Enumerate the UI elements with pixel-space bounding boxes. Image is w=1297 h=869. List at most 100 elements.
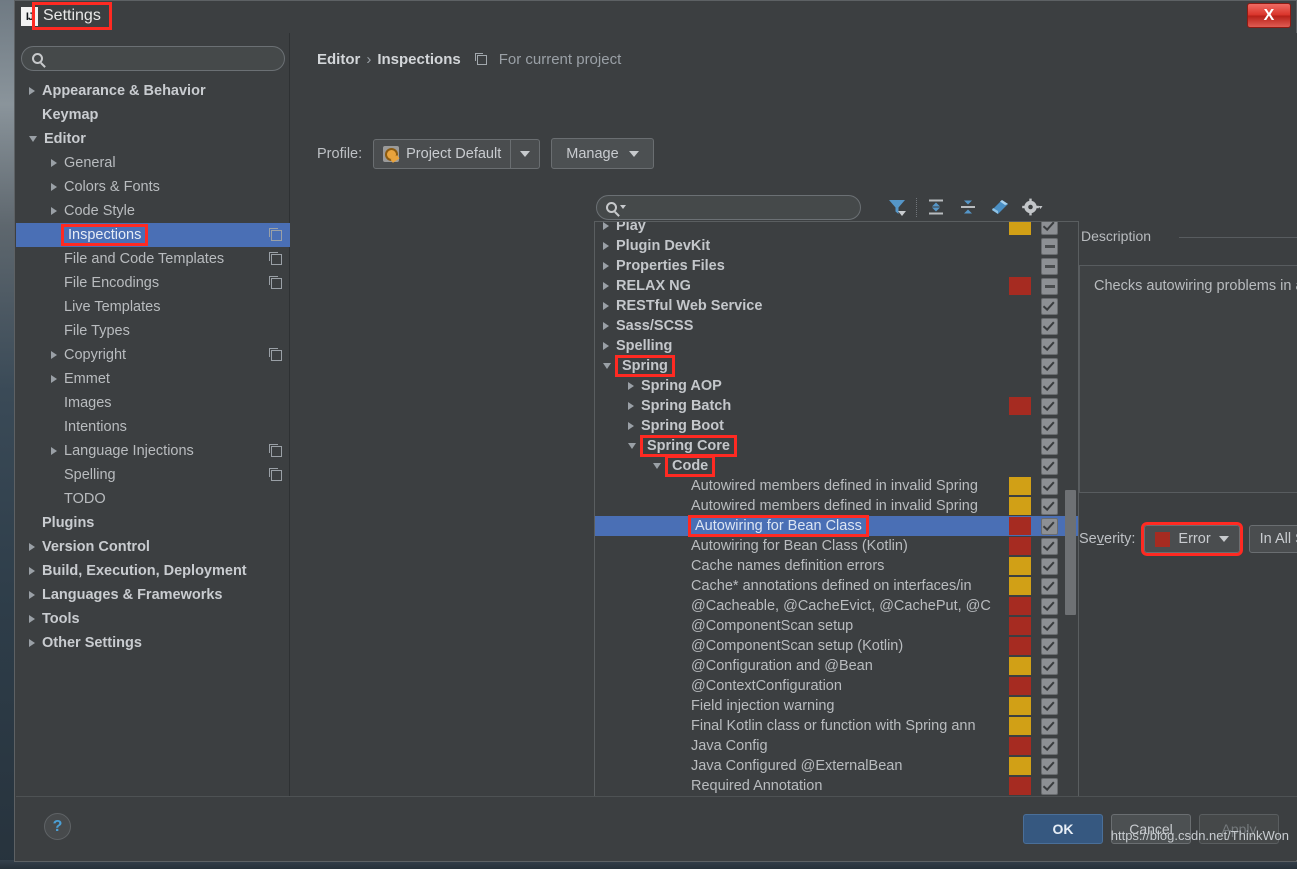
inspection-checkbox[interactable] (1041, 778, 1058, 795)
chevron-right-icon[interactable] (628, 422, 634, 430)
inspection-checkbox[interactable] (1041, 278, 1058, 295)
chevron-down-icon[interactable] (628, 443, 636, 449)
chevron-right-icon[interactable] (628, 382, 634, 390)
chevron-right-icon[interactable] (603, 222, 609, 230)
inspection-row[interactable]: Sass/SCSS (595, 316, 1078, 336)
sidebar-item-code-style[interactable]: Code Style (16, 199, 290, 223)
inspection-row[interactable]: RELAX NG (595, 276, 1078, 296)
inspection-checkbox[interactable] (1041, 538, 1058, 555)
severity-dropdown[interactable]: Error (1141, 522, 1243, 556)
sidebar-item-images[interactable]: Images (16, 391, 290, 415)
inspection-checkbox[interactable] (1041, 298, 1058, 315)
inspections-tree-panel[interactable]: Play Plugin DevKit Properties Files RELAX N… (594, 221, 1079, 810)
inspection-row[interactable]: Spring AOP (595, 376, 1078, 396)
chevron-right-icon[interactable] (51, 447, 57, 455)
inspection-row[interactable]: @ContextConfiguration (595, 676, 1078, 696)
sidebar-item-build-execution-deployment[interactable]: Build, Execution, Deployment (16, 559, 290, 583)
chevron-right-icon[interactable] (51, 183, 57, 191)
inspection-row[interactable]: Autowired members defined in invalid Spr… (595, 496, 1078, 516)
chevron-right-icon[interactable] (29, 615, 35, 623)
chevron-down-icon[interactable] (620, 205, 626, 209)
inspection-checkbox[interactable] (1041, 222, 1058, 235)
collapse-all-icon[interactable] (952, 193, 984, 221)
copy-settings-icon[interactable] (269, 347, 282, 361)
sidebar-item-file-and-code-templates[interactable]: File and Code Templates (16, 247, 290, 271)
inspection-row[interactable]: @Configuration and @Bean (595, 656, 1078, 676)
inspection-checkbox[interactable] (1041, 358, 1058, 375)
chevron-right-icon[interactable] (603, 282, 609, 290)
inspection-row[interactable]: Required Annotation (595, 776, 1078, 796)
inspection-checkbox[interactable] (1041, 498, 1058, 515)
inspection-row[interactable]: Properties Files (595, 256, 1078, 276)
sidebar-item-copyright[interactable]: Copyright (16, 343, 290, 367)
chevron-right-icon[interactable] (603, 262, 609, 270)
sidebar-item-live-templates[interactable]: Live Templates (16, 295, 290, 319)
reset-icon[interactable] (984, 193, 1016, 221)
ok-button[interactable]: OK (1023, 814, 1103, 844)
inspection-row[interactable]: @Cacheable, @CacheEvict, @CachePut, @C (595, 596, 1078, 616)
breadcrumb-root[interactable]: Editor (317, 51, 360, 68)
chevron-down-icon[interactable] (603, 363, 611, 369)
inspection-row[interactable]: Autowiring for Bean Class (Kotlin) (595, 536, 1078, 556)
inspection-row[interactable]: Spelling (595, 336, 1078, 356)
chevron-down-icon[interactable] (29, 136, 37, 142)
profile-dropdown-arrow[interactable] (511, 150, 539, 157)
inspection-row[interactable]: Autowiring for Bean Class (595, 515, 1078, 537)
inspection-checkbox[interactable] (1041, 558, 1058, 575)
sidebar-item-emmet[interactable]: Emmet (16, 367, 290, 391)
chevron-right-icon[interactable] (51, 159, 57, 167)
sidebar-search-input[interactable] (51, 51, 261, 66)
inspection-checkbox[interactable] (1041, 718, 1058, 735)
sidebar-item-spelling[interactable]: Spelling (16, 463, 290, 487)
sidebar-search[interactable] (21, 46, 285, 71)
inspection-checkbox[interactable] (1041, 258, 1058, 275)
sidebar-item-editor[interactable]: Editor (16, 127, 290, 151)
copy-settings-icon[interactable] (269, 275, 282, 289)
inspection-checkbox[interactable] (1041, 318, 1058, 335)
inspection-row[interactable]: Plugin DevKit (595, 236, 1078, 256)
inspection-checkbox[interactable] (1041, 438, 1058, 455)
inspection-checkbox[interactable] (1041, 418, 1058, 435)
sidebar-item-other-settings[interactable]: Other Settings (16, 631, 290, 655)
inspection-checkbox[interactable] (1041, 478, 1058, 495)
sidebar-item-keymap[interactable]: Keymap (16, 103, 290, 127)
inspection-checkbox[interactable] (1041, 638, 1058, 655)
inspection-row[interactable]: Cache* annotations defined on interfaces… (595, 576, 1078, 596)
sidebar-item-languages-frameworks[interactable]: Languages & Frameworks (16, 583, 290, 607)
inspection-search-input[interactable] (632, 199, 832, 215)
inspection-row[interactable]: Java Configured @ExternalBean (595, 756, 1078, 776)
chevron-right-icon[interactable] (603, 322, 609, 330)
inspection-checkbox[interactable] (1041, 458, 1058, 475)
copy-settings-icon[interactable] (474, 52, 487, 65)
chevron-right-icon[interactable] (51, 375, 57, 383)
inspection-row[interactable]: Spring Batch (595, 396, 1078, 416)
inspection-row[interactable]: @ComponentScan setup (595, 616, 1078, 636)
chevron-right-icon[interactable] (51, 351, 57, 359)
inspection-row[interactable]: Final Kotlin class or function with Spri… (595, 716, 1078, 736)
sidebar-item-tools[interactable]: Tools (16, 607, 290, 631)
chevron-right-icon[interactable] (603, 242, 609, 250)
copy-settings-icon[interactable] (269, 227, 282, 241)
inspection-checkbox[interactable] (1041, 578, 1058, 595)
help-icon[interactable]: ? (44, 813, 71, 840)
sidebar-item-language-injections[interactable]: Language Injections (16, 439, 290, 463)
inspection-checkbox[interactable] (1041, 338, 1058, 355)
copy-settings-icon[interactable] (269, 467, 282, 481)
expand-all-icon[interactable] (920, 193, 952, 221)
inspection-row[interactable]: Play (595, 222, 1078, 236)
filter-icon[interactable] (881, 193, 913, 221)
inspection-row[interactable]: Spring Core (595, 435, 1078, 457)
inspection-checkbox[interactable] (1041, 698, 1058, 715)
inspection-row[interactable]: Field injection warning (595, 696, 1078, 716)
manage-button[interactable]: Manage (551, 138, 654, 169)
inspection-row[interactable]: Spring (595, 355, 1078, 377)
inspection-checkbox[interactable] (1041, 518, 1058, 535)
inspection-checkbox[interactable] (1041, 238, 1058, 255)
chevron-right-icon[interactable] (603, 302, 609, 310)
inspection-row[interactable]: @ComponentScan setup (Kotlin) (595, 636, 1078, 656)
sidebar-item-file-types[interactable]: File Types (16, 319, 290, 343)
chevron-right-icon[interactable] (29, 543, 35, 551)
inspection-checkbox[interactable] (1041, 598, 1058, 615)
copy-settings-icon[interactable] (269, 443, 282, 457)
sidebar-item-inspections[interactable]: Inspections (16, 223, 290, 247)
